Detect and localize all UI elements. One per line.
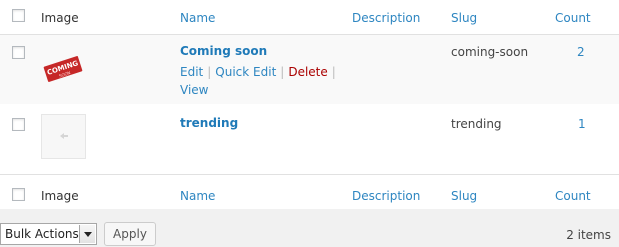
column-footer-description[interactable]: Description [352,189,420,203]
select-all-checkbox[interactable] [12,9,25,22]
select-all-checkbox[interactable] [12,188,25,201]
chevron-down-icon[interactable] [79,225,95,243]
term-thumbnail [41,114,86,159]
term-slug: trending [451,117,502,131]
column-footer-name[interactable]: Name [180,189,215,203]
column-header-name[interactable]: Name [180,11,215,25]
term-slug: coming-soon [451,45,529,59]
column-header-slug[interactable]: Slug [451,11,477,25]
terms-table: Image Name Description Slug Count COMING… [0,0,619,210]
column-footer-count[interactable]: Count [555,189,591,203]
view-link[interactable]: View [180,83,208,97]
term-name-link[interactable]: trending [180,116,238,130]
bulk-actions-bar: Bulk Actions Apply 2 items [0,209,619,247]
row-checkbox[interactable] [12,46,25,59]
column-header-image: Image [41,11,79,25]
apply-button[interactable]: Apply [104,222,156,246]
column-footer-image: Image [41,189,79,203]
bulk-actions-select[interactable]: Bulk Actions [0,223,97,245]
row-actions-view: View [180,83,208,97]
edit-link[interactable]: Edit [180,65,203,79]
delete-link[interactable]: Delete [288,65,327,79]
term-thumbnail: COMING SOON [41,45,86,90]
coming-soon-badge-icon: COMING SOON [43,56,83,82]
column-header-description[interactable]: Description [352,11,420,25]
quick-edit-link[interactable]: Quick Edit [215,65,276,79]
term-count-link[interactable]: 2 [577,45,585,59]
table-row: COMING SOON Coming soon Edit | Quick Edit |… [0,35,619,104]
table-header: Image Name Description Slug Count [0,0,619,35]
table-footer: Image Name Description Slug Count [0,174,619,210]
row-actions: Edit | Quick Edit | Delete | [180,65,336,79]
row-checkbox[interactable] [12,118,25,131]
items-count: 2 items [566,228,611,242]
image-placeholder-icon [60,133,68,139]
column-header-count[interactable]: Count [555,11,591,25]
term-name-link[interactable]: Coming soon [180,44,267,58]
bulk-actions-value: Bulk Actions [5,227,79,241]
term-count-link[interactable]: 1 [578,117,586,131]
table-row: trending trending 1 [0,104,619,173]
column-footer-slug[interactable]: Slug [451,189,477,203]
